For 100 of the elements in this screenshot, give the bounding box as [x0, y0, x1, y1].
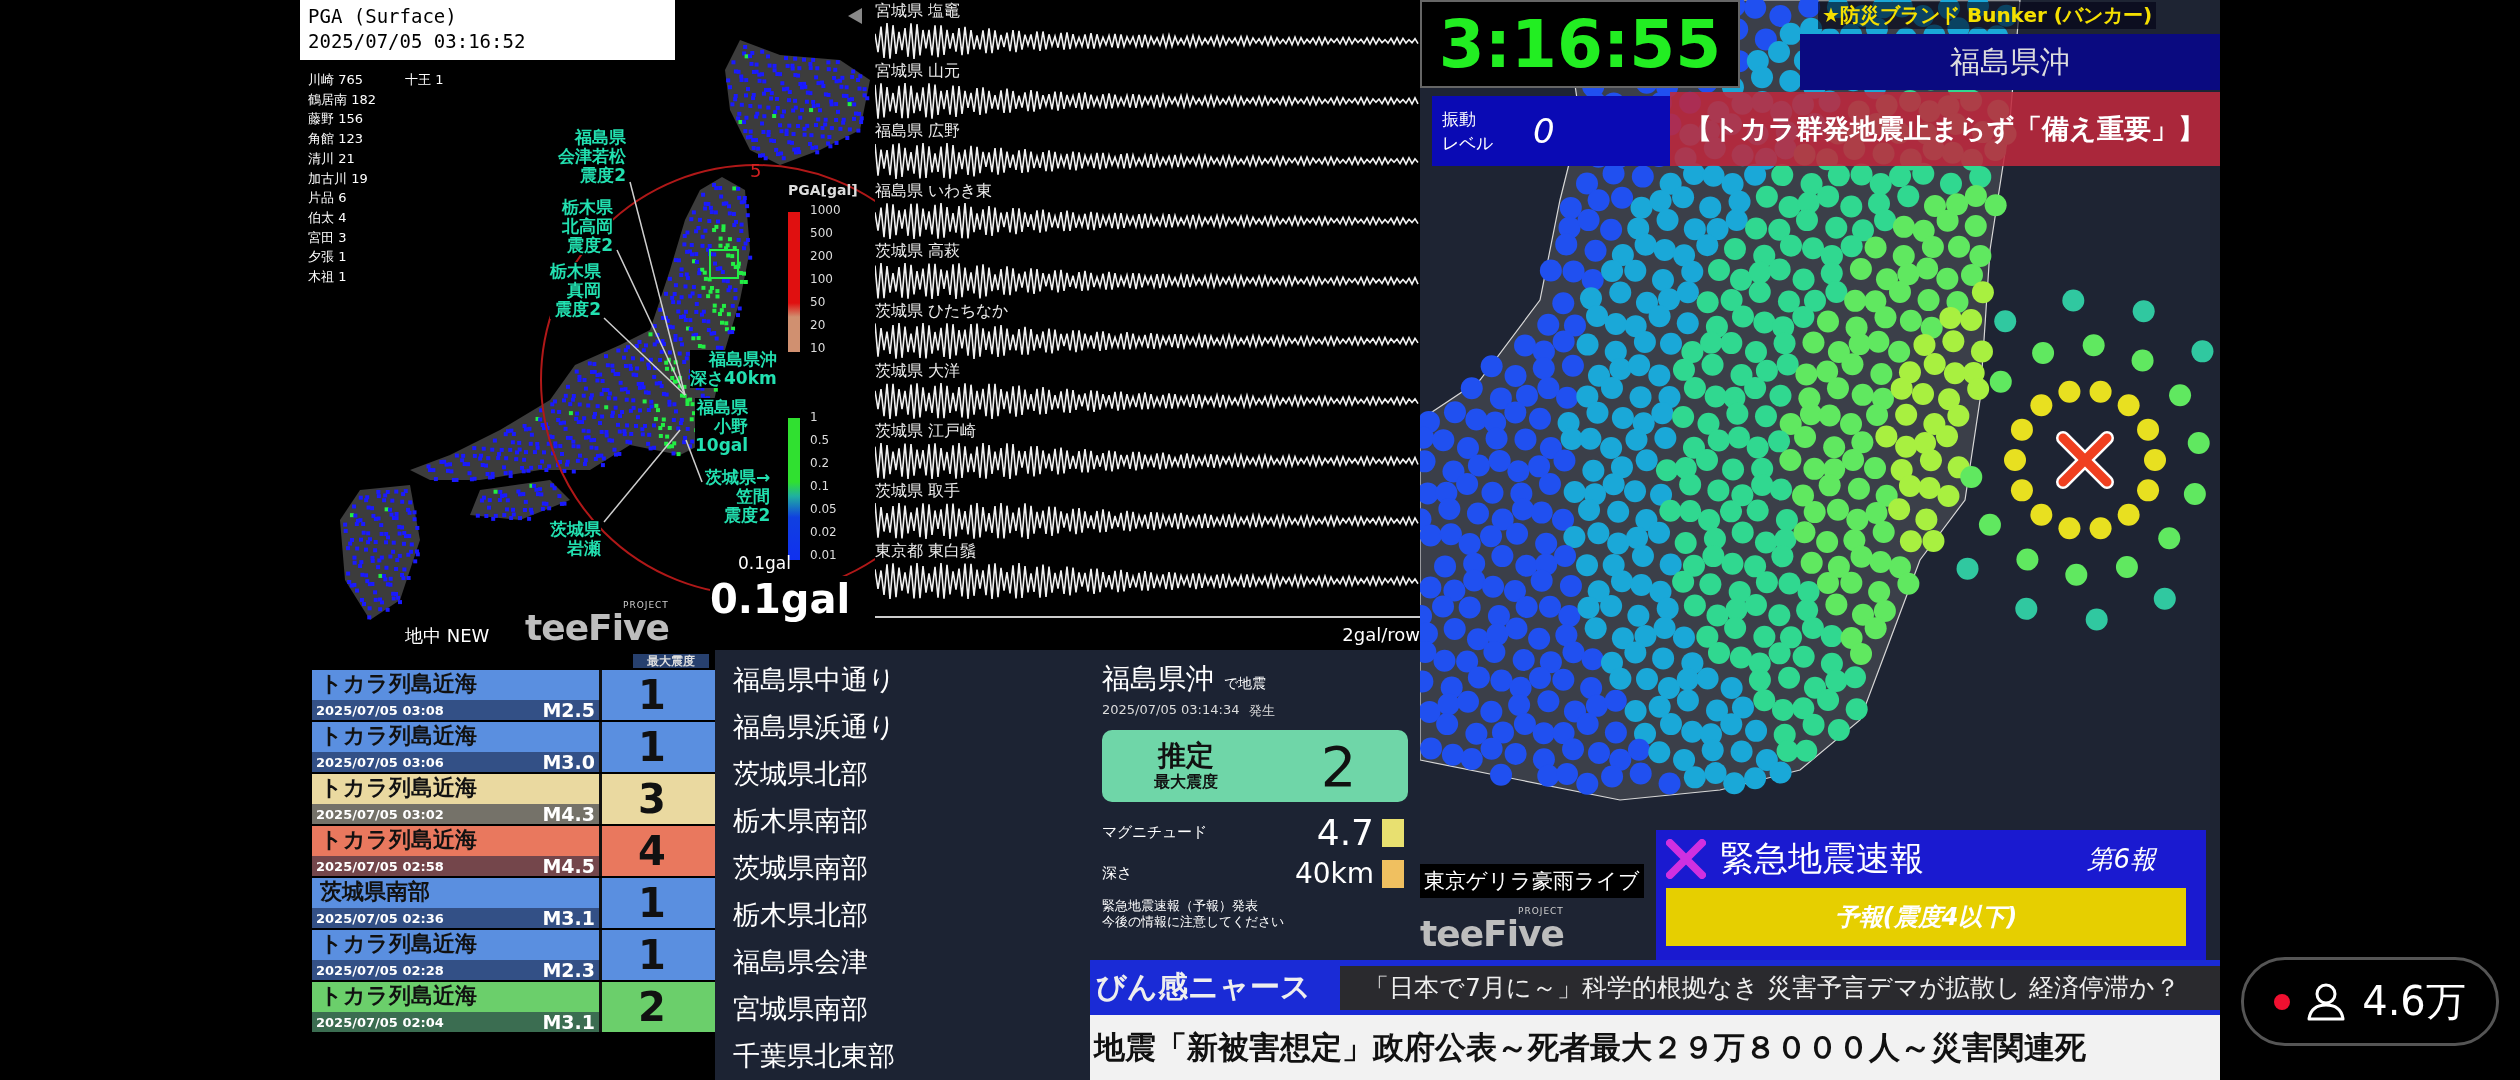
- mode-label: 地中 NEW: [405, 624, 490, 648]
- station-reading: 十王 1: [405, 71, 444, 89]
- station-reading: 宮田 3: [308, 228, 348, 247]
- timestamp: 2025/07/05 03:16:52: [308, 29, 527, 54]
- station-label: 栃木県 真岡 震度2: [550, 262, 601, 319]
- logo-tagline: PROJECT: [1517, 906, 1564, 916]
- scale-tick: 0.2: [810, 456, 830, 470]
- scale-tick: 0.05: [810, 502, 837, 516]
- area-banner: 福島県沖: [1800, 34, 2220, 90]
- scale-tick: 0.5: [810, 433, 830, 447]
- station-reading: 片品 6: [308, 189, 348, 208]
- scale-tick: 20: [810, 318, 826, 332]
- station-label: 茨城県 大洋: [875, 360, 961, 382]
- region-name: 栃木県北部: [733, 898, 869, 932]
- depth-value: 40km: [1293, 857, 1374, 890]
- channel-label: 東京ゲリラ豪雨ライブ: [1420, 864, 1644, 898]
- sponsor-text: ★防災ブランド Bunker (バンカー): [1818, 2, 2157, 29]
- quake-row[interactable]: 茨城県南部 2025/07/05 02:36 M3.1 1: [312, 878, 715, 928]
- station-label: 福島県沖 深さ40km: [690, 350, 777, 388]
- region-name: 茨城県北部: [733, 757, 869, 791]
- magnitude-value: 4.7: [1315, 812, 1374, 853]
- quake-time: 2025/07/05 02:36: [316, 910, 444, 926]
- station-label: 茨城県 岩瀬: [550, 520, 601, 558]
- station-label: 宮城県 塩竈: [875, 0, 961, 22]
- shake-level-label: 振動 レベル: [1442, 108, 1493, 155]
- region-name: 栃木県南部: [733, 804, 869, 838]
- magnitude: M4.5: [542, 855, 595, 877]
- scale-tick: 50: [810, 295, 826, 309]
- scale-tick: 1: [810, 410, 818, 424]
- scale-tick: 0.1: [810, 479, 830, 493]
- scale-tick: 0.02: [810, 525, 837, 539]
- scale-tick: 500: [810, 226, 833, 240]
- station-label: 宮城県 山元: [875, 60, 961, 82]
- magnitude: M3.0: [542, 751, 595, 773]
- scale-label: 2gal/row: [1342, 624, 1420, 645]
- station-label: 栃木県 北高岡 震度2: [562, 198, 613, 255]
- threshold-label: 0.1gal: [738, 553, 791, 573]
- alert-title: 緊急地震速報: [1720, 837, 1924, 880]
- quake-time: 2025/07/05 02:58: [316, 858, 444, 874]
- region-name: 福島県中通り: [733, 663, 897, 697]
- caption: で地震: [1224, 675, 1266, 693]
- magnitude: M2.5: [542, 699, 595, 721]
- scale-tick: 100: [810, 272, 833, 286]
- station-reading: 清川 21: [308, 149, 356, 168]
- quake-row[interactable]: トカラ列島近海 2025/07/05 02:04 M3.1 2: [312, 982, 715, 1032]
- quake-time: 2025/07/05 02:04: [316, 1014, 444, 1030]
- logo-tagline: PROJECT: [622, 600, 669, 610]
- depth-label: 深さ: [1102, 864, 1133, 883]
- range-label: 5: [750, 160, 762, 181]
- program-title: びん感ニャース: [1096, 968, 1312, 1006]
- station-reading: 角館 123: [308, 130, 364, 149]
- scale-tick: 0.01: [810, 548, 837, 562]
- region-name: トカラ列島近海: [319, 670, 478, 698]
- viewer-count: 4.6万: [2362, 977, 2466, 1026]
- headline-banner: 【トカラ群発地震止まらず「備え重要」】: [1670, 92, 2220, 166]
- caption: 発生: [1249, 702, 1276, 720]
- station-label: 茨城県 高萩: [875, 240, 961, 262]
- region-name: トカラ列島近海: [319, 774, 478, 802]
- quake-row[interactable]: トカラ列島近海 2025/07/05 02:28 M2.3 1: [312, 930, 715, 980]
- region-name: 茨城県南部: [733, 851, 869, 885]
- quake-row[interactable]: トカラ列島近海 2025/07/05 03:08 M2.5 1: [312, 670, 715, 720]
- station-reading: 加古川 19: [308, 169, 369, 188]
- station-label: 茨城県→ 笠間 震度2: [705, 468, 771, 525]
- quake-row[interactable]: トカラ列島近海 2025/07/05 03:02 M4.3 3: [312, 774, 715, 824]
- magnitude: M4.3: [542, 803, 595, 825]
- quake-row[interactable]: トカラ列島近海 2025/07/05 02:58 M4.5 4: [312, 826, 715, 876]
- station-reading: 鶴居南 182: [308, 90, 376, 109]
- station-reading: 夕張 1: [308, 248, 348, 267]
- shake-level-value: 0: [1533, 111, 1555, 151]
- quake-time: 2025/07/05 03:06: [316, 754, 444, 770]
- quake-time: 2025/07/05 03:08: [316, 702, 444, 718]
- station-label: 福島県 いわき東: [875, 180, 993, 202]
- station-label: 茨城県 江戸崎: [875, 420, 977, 442]
- region-name: トカラ列島近海: [319, 982, 478, 1010]
- intensity-value: 3: [637, 775, 667, 824]
- station-label: 茨城県 ひたちなか: [875, 300, 1009, 322]
- intensity-value: 1: [637, 931, 667, 980]
- quake-time: 2025/07/05 02:28: [316, 962, 444, 978]
- magnitude: M3.1: [542, 1011, 595, 1033]
- quake-row[interactable]: トカラ列島近海 2025/07/05 03:06 M3.0 1: [312, 722, 715, 772]
- logo: teeFive: [525, 610, 669, 646]
- magnitude: M3.1: [542, 907, 595, 929]
- station-reading: 木祖 1: [308, 268, 348, 287]
- region-name: 千葉県北東部: [733, 1039, 896, 1073]
- intensity-label: 推定: [1157, 739, 1214, 772]
- alert-type-bar: 予報(震度4以下): [1666, 888, 2186, 946]
- station-label: 福島県 会津若松 震度2: [558, 128, 626, 185]
- magnitude-label: マグニチュード: [1102, 823, 1208, 842]
- viewer-count-badge[interactable]: 4.6万: [2241, 957, 2499, 1046]
- magnitude: M2.3: [542, 959, 595, 981]
- scale-tick: 10: [810, 341, 826, 355]
- station-reading: 伯太 4: [308, 208, 348, 227]
- scale-tick: 200: [810, 249, 833, 263]
- quake-time: 2025/07/05 03:02: [316, 806, 444, 822]
- notice-text: 緊急地震速報（予報）発表 今後の情報に注意してください: [1102, 898, 1285, 930]
- station-label: 東京都 東白鬚: [875, 540, 977, 562]
- region-name: トカラ列島近海: [319, 826, 478, 854]
- region-name: 茨城県南部: [319, 878, 431, 906]
- intensity-value: 4: [637, 827, 667, 876]
- region-name: 福島県会津: [733, 945, 869, 979]
